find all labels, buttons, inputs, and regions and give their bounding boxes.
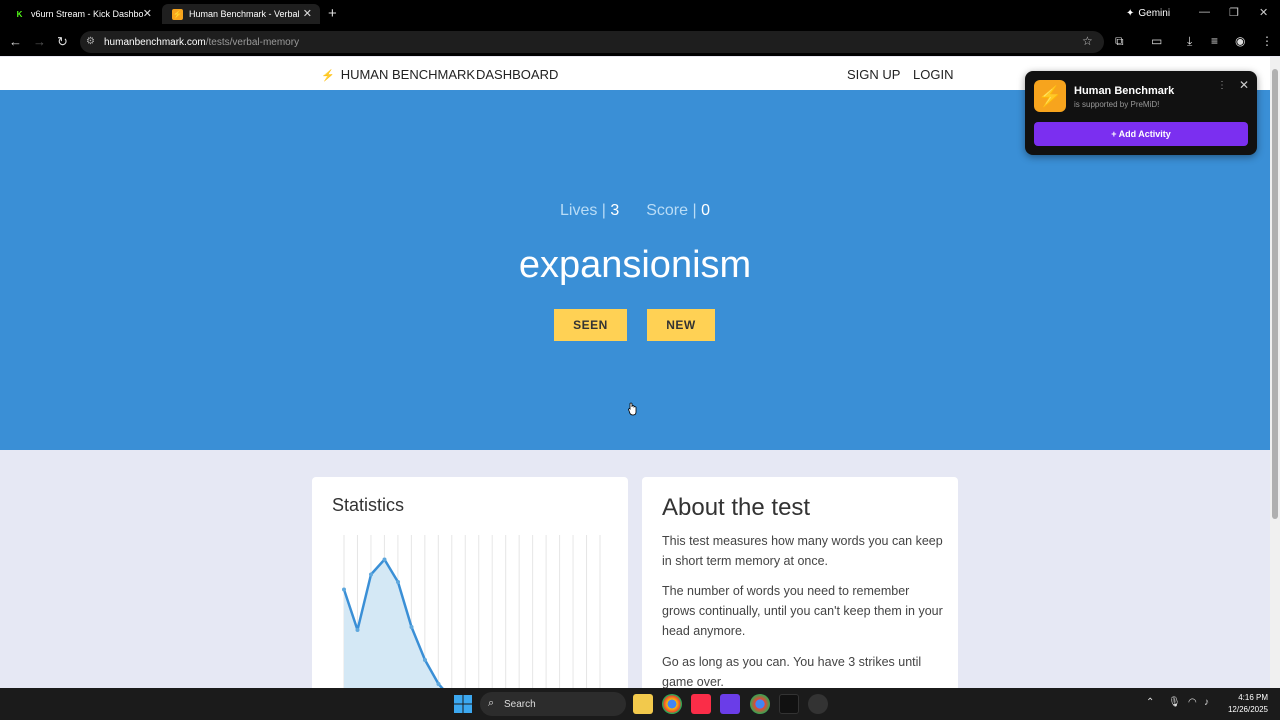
human-benchmark-logo-icon: ⚡ — [1034, 80, 1066, 112]
menu-kebab-icon[interactable]: ⋮ — [1261, 34, 1273, 48]
chrome-active-icon[interactable] — [750, 694, 770, 714]
score-value: 0 — [701, 202, 710, 219]
music-app-icon[interactable] — [691, 694, 711, 714]
brand-label: HUMAN BENCHMARK — [340, 67, 476, 82]
bolt-icon: ⚡ — [321, 70, 335, 82]
add-activity-button[interactable]: + Add Activity — [1034, 122, 1248, 146]
minimize-icon[interactable]: — — [1199, 6, 1210, 18]
page-scrollbar[interactable] — [1270, 57, 1280, 688]
search-label: Search — [504, 699, 536, 710]
popup-more-icon[interactable]: ⋮ — [1217, 80, 1227, 91]
popup-close-icon[interactable]: ✕ — [1239, 78, 1249, 92]
statistics-title: Statistics — [332, 495, 405, 515]
tab-label: Human Benchmark - Verbal Me — [189, 9, 301, 19]
chart-point — [409, 625, 414, 629]
url-text[interactable]: humanbenchmark.com/tests/verbal-memory — [104, 37, 299, 48]
media-queue-icon[interactable]: ≡ — [1211, 34, 1218, 48]
about-title: About the test — [662, 494, 811, 521]
url-path: /tests/verbal-memory — [205, 37, 300, 48]
gemini-button[interactable]: ✦ Gemini — [1126, 8, 1170, 19]
premid-popup: ⚡ Human Benchmark is supported by PreMiD… — [1025, 71, 1257, 155]
about-paragraph-2: The number of words you need to remember… — [662, 584, 943, 638]
chart-point — [369, 572, 373, 577]
clock-time: 4:16 PM — [1238, 693, 1268, 702]
statistics-chart — [342, 535, 601, 688]
gemini-spark-icon: ✦ — [1126, 8, 1135, 19]
terminal-icon[interactable] — [779, 694, 799, 714]
lives-value: 3 — [610, 202, 620, 219]
microphone-icon[interactable]: 🎙 — [1168, 697, 1181, 708]
tab-label: v6urn Stream - Kick Dashboard — [31, 9, 143, 19]
lives-label: Lives | — [560, 202, 606, 219]
login-link[interactable]: LOGIN — [913, 67, 953, 82]
chart-point — [355, 628, 360, 632]
human-benchmark-favicon-icon: ⚡ — [172, 8, 183, 20]
popup-title: Human Benchmark — [1074, 85, 1175, 97]
score-label: Score | — [646, 202, 697, 219]
tab-human-benchmark[interactable]: ⚡ Human Benchmark - Verbal Me ✕ — [162, 4, 320, 24]
signup-link[interactable]: SIGN UP — [847, 67, 900, 82]
chart-area — [344, 559, 443, 688]
forward-arrow-icon[interactable]: → — [33, 34, 46, 49]
new-tab-icon[interactable]: + — [328, 5, 337, 22]
site-info-icon[interactable]: ⚙ — [86, 36, 95, 47]
browser-tab-strip: K v6urn Stream - Kick Dashboard ✕ ⚡ Huma… — [0, 0, 1280, 28]
windows-taskbar: ⌕ Search ⌃ 🎙 ◠ ♪ 4:16 PM 12/26/2025 — [0, 688, 1280, 720]
kick-favicon-icon: K — [16, 9, 23, 19]
url-host: humanbenchmark.com — [104, 37, 206, 48]
bookmark-star-icon[interactable]: ☆ — [1082, 34, 1093, 48]
chart-point — [382, 557, 387, 562]
app-icon[interactable] — [808, 694, 828, 714]
chart-point — [423, 658, 427, 662]
restore-icon[interactable]: ❐ — [1229, 6, 1239, 19]
close-tab-icon[interactable]: ✕ — [303, 7, 312, 20]
close-window-icon[interactable]: ✕ — [1259, 6, 1268, 19]
about-card: About the test This test measures how ma… — [642, 477, 958, 688]
scrollbar-thumb[interactable] — [1272, 69, 1278, 519]
download-icon[interactable]: ⤓ — [1187, 34, 1192, 49]
chrome-icon[interactable] — [662, 694, 682, 714]
chart-point — [342, 587, 346, 592]
windows-start-icon[interactable] — [453, 694, 473, 714]
clock-date: 12/26/2025 — [1227, 705, 1268, 714]
mouse-cursor-icon — [628, 402, 637, 416]
reload-icon[interactable]: ↻ — [57, 34, 68, 50]
statistics-card: Statistics — [312, 477, 628, 688]
tray-chevron-icon[interactable]: ⌃ — [1146, 697, 1154, 708]
taskbar-clock[interactable]: 4:16 PM 12/26/2025 — [1224, 692, 1268, 716]
search-icon: ⌕ — [488, 697, 495, 709]
game-status: Lives | 3 Score | 0 — [0, 202, 1270, 220]
extensions-icon[interactable]: ⧉ — [1115, 34, 1124, 49]
file-explorer-icon[interactable] — [633, 694, 653, 714]
seen-button[interactable]: SEEN — [554, 309, 627, 341]
chart-point — [396, 580, 400, 584]
profile-avatar-icon[interactable]: ◉ — [1235, 34, 1245, 48]
dashboard-link[interactable]: DASHBOARD — [476, 67, 558, 82]
current-word: expansionism — [518, 244, 752, 286]
tab-kick-dashboard[interactable]: K v6urn Stream - Kick Dashboard ✕ — [4, 4, 160, 24]
about-paragraph-3: Go as long as you can. You have 3 strike… — [662, 655, 922, 688]
back-arrow-icon[interactable]: ← — [9, 34, 22, 49]
close-tab-icon[interactable]: ✕ — [143, 7, 152, 20]
wifi-icon[interactable]: ◠ — [1188, 697, 1197, 708]
popup-subtitle: is supported by PreMiD! — [1074, 100, 1160, 109]
cast-icon[interactable]: ▭ — [1151, 34, 1162, 48]
chart-point — [436, 682, 441, 686]
new-button[interactable]: NEW — [647, 309, 715, 341]
gemini-label: Gemini — [1138, 8, 1171, 19]
volume-icon[interactable]: ♪ — [1204, 697, 1209, 708]
taskbar-search[interactable]: ⌕ Search — [480, 692, 626, 716]
brand-link[interactable]: ⚡ HUMAN BENCHMARK — [321, 67, 475, 82]
visual-studio-icon[interactable] — [720, 694, 740, 714]
about-paragraph-1: This test measures how many words you ca… — [662, 534, 943, 568]
